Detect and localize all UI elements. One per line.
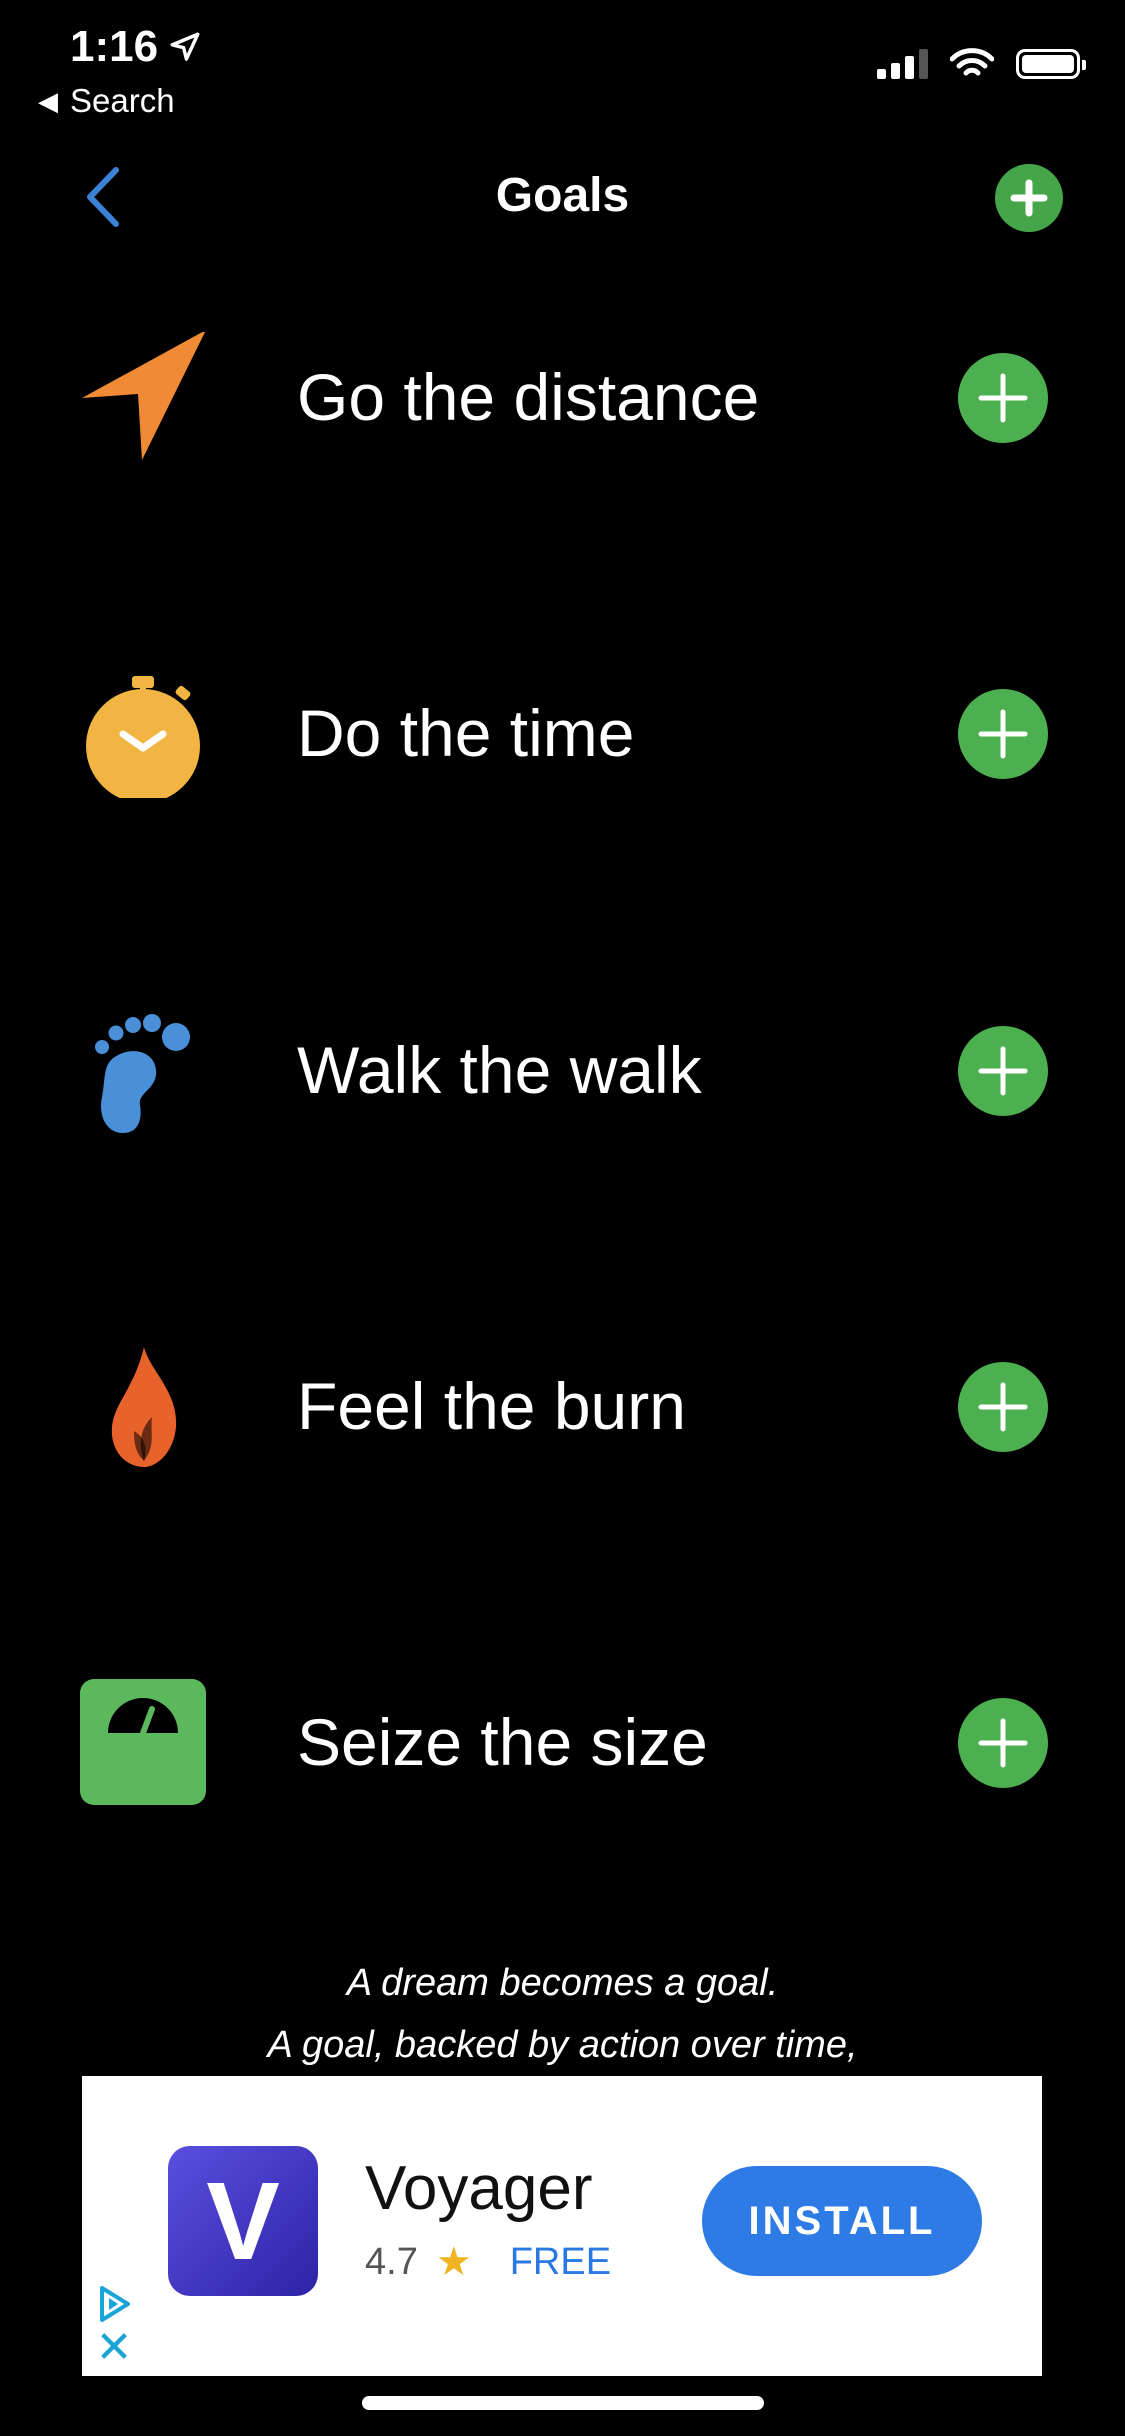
cellular-signal-icon bbox=[877, 49, 928, 79]
status-indicators bbox=[877, 48, 1086, 80]
add-distance-goal-button[interactable] bbox=[958, 353, 1048, 443]
motivational-quote: A dream becomes a goal. A goal, backed b… bbox=[0, 1952, 1125, 2076]
stopwatch-icon bbox=[78, 668, 208, 798]
goal-label: Do the time bbox=[297, 696, 635, 770]
goal-row-time[interactable]: Do the time bbox=[0, 633, 1125, 833]
back-triangle-icon: ◀ bbox=[38, 85, 58, 116]
add-time-goal-button[interactable] bbox=[958, 689, 1048, 779]
battery-icon bbox=[1016, 49, 1086, 79]
back-search-label: Search bbox=[70, 82, 175, 119]
wifi-icon bbox=[950, 48, 994, 76]
star-icon: ★ bbox=[435, 2240, 472, 2284]
plus-icon bbox=[978, 373, 1028, 423]
quote-line: A dream becomes a goal. bbox=[346, 1962, 779, 2004]
ad-banner[interactable]: V Voyager 4.7 ★ FREE INSTALL ✕ bbox=[82, 2076, 1042, 2376]
scale-icon bbox=[78, 1677, 208, 1807]
goal-label: Walk the walk bbox=[297, 1033, 702, 1107]
plus-icon bbox=[978, 1382, 1028, 1432]
ad-rating: 4.7 ★ FREE bbox=[365, 2239, 611, 2285]
ad-close-icon[interactable]: ✕ bbox=[94, 2326, 134, 2370]
goal-label: Go the distance bbox=[297, 360, 760, 434]
goal-row-size[interactable]: Seize the size bbox=[0, 1642, 1125, 1842]
back-to-search[interactable]: ◀ Search bbox=[38, 82, 175, 120]
status-time: 1:16 bbox=[70, 22, 202, 72]
adchoices-icon[interactable] bbox=[94, 2284, 134, 2324]
add-size-goal-button[interactable] bbox=[958, 1698, 1048, 1788]
plus-icon bbox=[978, 1718, 1028, 1768]
page-title: Goals bbox=[495, 169, 630, 222]
goal-label: Feel the burn bbox=[297, 1369, 686, 1443]
flame-icon bbox=[78, 1341, 208, 1471]
home-indicator[interactable] bbox=[362, 2396, 764, 2410]
quote-line: A goal, backed by action over time, bbox=[267, 2024, 858, 2066]
goal-row-burn[interactable]: Feel the burn bbox=[0, 1306, 1125, 1506]
goal-row-walk[interactable]: Walk the walk bbox=[0, 970, 1125, 1170]
plus-icon bbox=[1010, 179, 1048, 217]
footprint-icon bbox=[78, 1005, 208, 1135]
goal-label: Seize the size bbox=[297, 1705, 708, 1779]
plus-icon bbox=[978, 709, 1028, 759]
goal-row-distance[interactable]: Go the distance bbox=[0, 297, 1125, 497]
location-arrow-icon bbox=[170, 32, 200, 61]
install-button[interactable]: INSTALL bbox=[702, 2166, 982, 2276]
time-text: 1:16 bbox=[70, 22, 159, 71]
navigation-arrow-icon bbox=[78, 332, 208, 462]
ad-price: FREE bbox=[509, 2240, 612, 2283]
voyager-app-icon[interactable]: V bbox=[168, 2146, 318, 2296]
add-goal-button[interactable] bbox=[995, 164, 1063, 232]
add-burn-goal-button[interactable] bbox=[958, 1362, 1048, 1452]
ad-rating-value: 4.7 bbox=[365, 2240, 418, 2283]
add-walk-goal-button[interactable] bbox=[958, 1026, 1048, 1116]
ad-app-name[interactable]: Voyager bbox=[365, 2153, 593, 2224]
plus-icon bbox=[978, 1046, 1028, 1096]
